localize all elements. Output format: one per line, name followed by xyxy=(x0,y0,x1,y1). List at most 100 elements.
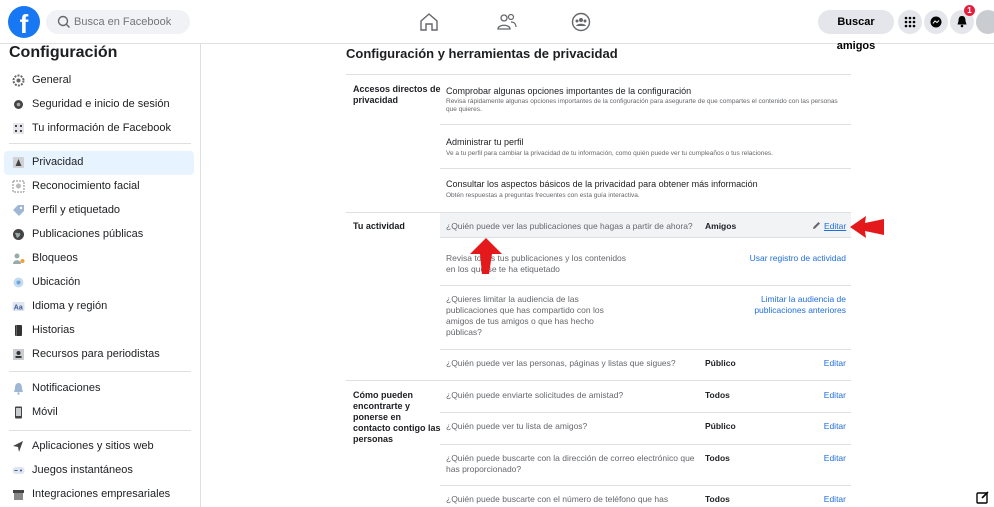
setting-value: Todos xyxy=(705,494,730,504)
annotation-arrow-left xyxy=(850,216,884,238)
book-icon xyxy=(15,325,22,336)
divider xyxy=(440,485,851,486)
messenger-icon xyxy=(930,16,942,28)
divider xyxy=(346,74,851,75)
friends-icon[interactable] xyxy=(496,11,518,33)
sidebar-divider xyxy=(9,143,191,144)
annotation-arrow-up xyxy=(470,238,502,274)
setting-question: ¿Quién puede buscarte con el número de t… xyxy=(446,494,669,504)
divider xyxy=(346,380,851,381)
top-bar: f Buscar amigos 1 xyxy=(0,0,994,52)
apps-icon xyxy=(13,441,23,452)
setting-value: Todos xyxy=(705,453,730,463)
setting-value: Todos xyxy=(705,390,730,400)
setting-question: ¿Quién puede ver las publicaciones que h… xyxy=(446,221,693,231)
edit-link[interactable]: Editar xyxy=(800,390,846,401)
sidebar-item-stories[interactable]: Historias xyxy=(4,319,194,343)
tag-icon xyxy=(13,205,24,216)
game-icon xyxy=(12,467,25,474)
page-title: Configuración y herramientas de privacid… xyxy=(346,46,618,61)
search-box[interactable] xyxy=(46,10,190,34)
section-label-contact: Cómo pueden encontrarte y ponerse en con… xyxy=(353,390,441,444)
setting-question: ¿Quién puede ver las personas, páginas y… xyxy=(446,358,676,368)
sidebar-item-privacy[interactable]: Privacidad xyxy=(4,151,194,175)
pencil-icon xyxy=(813,222,820,229)
globe-icon xyxy=(13,229,24,240)
shortcut-desc: Ve a tu perfil para cambiar la privacida… xyxy=(446,150,773,157)
bell-icon xyxy=(957,16,967,28)
location-icon xyxy=(13,277,24,288)
sidebar-item-face-recognition[interactable]: Reconocimiento facial xyxy=(4,175,194,199)
sidebar-item-location[interactable]: Ubicación xyxy=(4,271,194,295)
gear-icon xyxy=(12,74,25,87)
avatar[interactable] xyxy=(976,10,994,34)
grid-icon xyxy=(904,16,916,28)
groups-icon[interactable] xyxy=(570,11,592,33)
sidebar-item-security[interactable]: Seguridad e inicio de sesión xyxy=(4,93,194,117)
divider xyxy=(440,168,851,169)
edit-link[interactable]: Editar xyxy=(800,358,846,369)
sidebar-item-general[interactable]: General xyxy=(4,69,194,93)
language-icon: Aa xyxy=(12,302,25,311)
svg-text:Aa: Aa xyxy=(14,304,23,311)
setting-question: ¿Quién puede buscarte con la dirección d… xyxy=(446,453,695,474)
section-label-shortcuts: Accesos directos de privacidad xyxy=(353,84,441,105)
sidebar-item-business-integrations[interactable]: Integraciones empresariales xyxy=(4,483,194,507)
edit-link[interactable]: Editar xyxy=(824,221,846,232)
shortcut-desc: Obtén respuestas a preguntas frecuentes … xyxy=(446,192,640,199)
facebook-logo[interactable]: f xyxy=(8,6,40,38)
sidebar-divider xyxy=(9,371,191,372)
id-card-icon xyxy=(13,349,24,360)
messenger-button[interactable] xyxy=(924,10,948,34)
edit-link[interactable]: Editar xyxy=(800,421,846,432)
info-grid-icon xyxy=(13,123,24,134)
block-user-icon xyxy=(13,253,25,264)
menu-grid-button[interactable] xyxy=(898,10,922,34)
shield-icon xyxy=(14,100,23,109)
shortcut-title: Comprobar algunas opciones importantes d… xyxy=(446,86,692,96)
sidebar-item-notifications[interactable]: Notificaciones xyxy=(4,377,194,401)
sidebar-title: Configuración xyxy=(9,44,118,61)
business-icon xyxy=(13,490,24,500)
setting-question: ¿Quieres limitar la audiencia de las pub… xyxy=(446,294,604,337)
lock-icon xyxy=(13,157,24,168)
activity-log-link[interactable]: Usar registro de actividad xyxy=(700,253,846,264)
divider xyxy=(440,444,851,445)
shortcut-title: Consultar los aspectos básicos de la pri… xyxy=(446,179,758,189)
phone-icon xyxy=(15,406,22,419)
setting-value: Público xyxy=(705,421,736,431)
shortcut-desc: Revisa rápidamente algunas opciones impo… xyxy=(446,98,838,113)
setting-question: ¿Quién puede enviarte solicitudes de ami… xyxy=(446,390,624,400)
setting-value: Amigos xyxy=(705,221,737,231)
bell-icon xyxy=(14,383,23,395)
compose-icon[interactable] xyxy=(976,490,990,504)
sidebar-item-mobile[interactable]: Móvil xyxy=(4,401,194,425)
sidebar-item-apps-websites[interactable]: Aplicaciones y sitios web xyxy=(4,435,194,459)
shortcut-title: Administrar tu perfil xyxy=(446,137,524,147)
sidebar-item-instant-games[interactable]: Juegos instantáneos xyxy=(4,459,194,483)
sidebar-item-public-posts[interactable]: Publicaciones públicas xyxy=(4,223,194,247)
section-label-activity: Tu actividad xyxy=(353,221,405,231)
sidebar-divider xyxy=(9,430,191,431)
search-input[interactable] xyxy=(74,10,184,34)
sidebar-item-language[interactable]: Aa Idioma y región xyxy=(4,295,194,319)
notification-badge: 1 xyxy=(964,5,975,16)
limit-audience-link[interactable]: Limitar la audiencia de publicaciones an… xyxy=(736,294,846,316)
face-icon xyxy=(12,180,25,193)
sidebar-item-profile-tagging[interactable]: Perfil y etiquetado xyxy=(4,199,194,223)
divider xyxy=(440,349,851,350)
divider xyxy=(440,285,851,286)
sidebar-item-blocking[interactable]: Bloqueos xyxy=(4,247,194,271)
setting-question: ¿Quién puede ver tu lista de amigos? xyxy=(446,421,588,431)
search-icon xyxy=(57,15,70,28)
setting-value: Público xyxy=(705,358,736,368)
sidebar-item-journalist-resources[interactable]: Recursos para periodistas xyxy=(4,343,194,367)
sidebar-item-your-info[interactable]: Tu información de Facebook xyxy=(4,117,194,141)
edit-link[interactable]: Editar xyxy=(800,494,846,505)
divider xyxy=(440,412,851,413)
divider xyxy=(440,124,851,125)
home-icon[interactable] xyxy=(418,11,440,33)
edit-link[interactable]: Editar xyxy=(800,453,846,464)
find-friends-button[interactable]: Buscar amigos xyxy=(818,10,894,52)
settings-sidebar: Configuración General Seguridad e inicio… xyxy=(0,44,201,507)
